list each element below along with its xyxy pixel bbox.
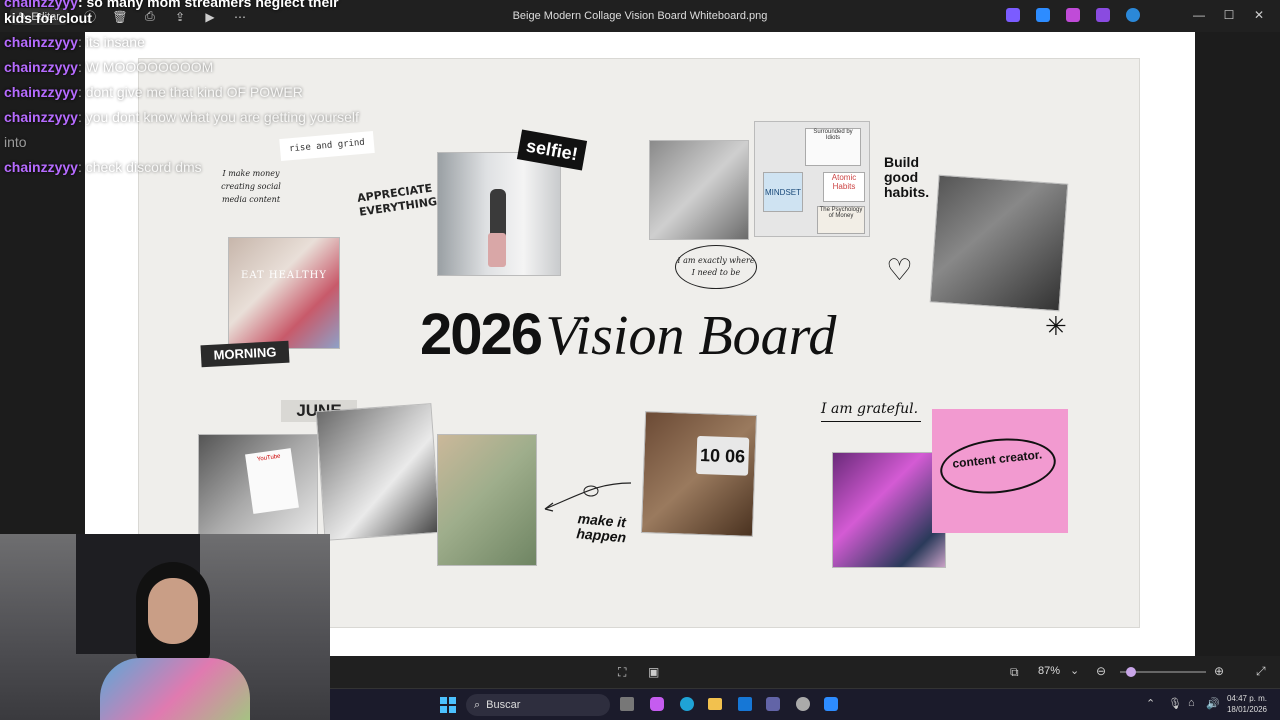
gym-photo [649, 140, 749, 240]
clock-display: 10 06 [696, 435, 750, 476]
clipchamp-video-icon[interactable] [1096, 8, 1110, 22]
zoom-in-icon[interactable]: ⊕ [1214, 664, 1224, 678]
appreciate-label: APPRECIATE EVERYTHING [356, 181, 438, 219]
mindset-book: MINDSET [763, 172, 803, 212]
streaming-setup-photo [832, 452, 946, 568]
laptop-clock-photo: 10 06 [640, 411, 758, 537]
file-explorer-icon[interactable] [708, 698, 722, 710]
content-creator-card: content creator. [932, 409, 1068, 533]
chat-username: chainzzyyy [4, 84, 78, 100]
designer-app-icon[interactable] [1036, 8, 1050, 22]
chat-message: chainzzyyy: you dont know what you are g… [0, 105, 360, 155]
youtube-plaque-photo: YouTube [198, 434, 318, 544]
suitcase [488, 233, 506, 267]
title-text: Vision Board [545, 305, 837, 367]
heart-icon: ♡ [886, 254, 913, 287]
content-creator-label: content creator. [937, 433, 1059, 499]
mail-icon[interactable] [738, 697, 752, 711]
chat-message: chainzzyyy: so many mom streamers neglec… [0, 0, 360, 26]
copilot-taskbar-icon[interactable] [650, 697, 664, 711]
selfie-photo [437, 152, 561, 276]
search-placeholder: Buscar [486, 699, 521, 711]
exactly-note: I am exactly where I need to be [675, 245, 757, 289]
zoom-slider-thumb[interactable] [1126, 667, 1136, 677]
youtube-plaque-label: YouTube [245, 448, 299, 514]
webcam-person-shirt [100, 658, 250, 720]
balloons-photo [315, 403, 441, 541]
taskbar-search[interactable]: ⌕ Buscar [466, 694, 610, 716]
maximize-button[interactable]: ☐ [1222, 8, 1236, 22]
fullscreen-icon[interactable]: ⤢ [1256, 664, 1266, 679]
teams-icon[interactable] [766, 697, 780, 711]
zoom-level[interactable]: 87% [1038, 665, 1060, 677]
chat-username: chainzzyyy [4, 159, 78, 175]
arrow-icon [544, 482, 632, 512]
star-icon: ✳ [1045, 311, 1067, 341]
board-title: 2026 Vision Board [420, 301, 880, 381]
chat-username: chainzzyyy [4, 34, 78, 50]
chat-message: chainzzyyy: W MOOOOOOOOM [0, 55, 360, 80]
chat-overlay: chainzzyyy: so many mom streamers neglec… [0, 0, 360, 180]
search-icon: ⌕ [474, 698, 481, 711]
kettlebell-photo [929, 174, 1069, 312]
zoom-dropdown-icon[interactable]: ⌄ [1070, 664, 1079, 677]
clock-time: 04:47 p. m. [1226, 694, 1268, 703]
zoom-slider[interactable] [1120, 667, 1206, 677]
copilot-app-icon[interactable] [1006, 8, 1020, 22]
actual-size-icon[interactable]: ▣ [648, 665, 659, 679]
microphone-icon[interactable]: 🎙 [1168, 697, 1182, 710]
money-photo [437, 434, 537, 566]
surrounded-book: Surrounded by Idiots [805, 128, 861, 166]
morning-label: MORNING [200, 340, 290, 368]
zoom-out-icon[interactable]: ⊖ [1096, 664, 1106, 678]
books-photo: Atomic Habits MINDSET Surrounded by Idio… [754, 121, 870, 237]
clock-date: 18/01/2026 [1226, 705, 1268, 714]
webcam-overlay [0, 534, 330, 720]
toolbar-right: — ☐ ✕ [1006, 8, 1266, 22]
chat-text: : W MOOOOOOOOM [77, 59, 214, 75]
volume-icon[interactable]: 🔊 [1206, 697, 1220, 710]
fit-window-icon[interactable]: ⛶ [618, 665, 626, 680]
start-button[interactable] [440, 697, 456, 713]
chat-message: chainzzyyy: its insane [0, 30, 360, 55]
chevron-up-icon[interactable]: ⌃ [1146, 697, 1155, 710]
chat-username: chainzzyyy [4, 109, 78, 125]
obs-icon[interactable] [796, 697, 810, 711]
clipchamp-app-icon[interactable] [1066, 8, 1080, 22]
edge-icon[interactable] [680, 697, 694, 711]
minimize-button[interactable]: — [1192, 8, 1206, 22]
screenshot-icon[interactable]: ⧉ [1010, 665, 1019, 680]
webcam-person-face [148, 578, 198, 644]
network-icon[interactable]: ⌂ [1188, 697, 1195, 709]
chat-username: chainzzyyy [4, 0, 78, 10]
chat-message: chainzzyyy: check discord dms [0, 155, 360, 180]
clock[interactable]: 04:47 p. m. 18/01/2026 [1222, 693, 1272, 715]
title-year: 2026 [420, 302, 543, 367]
atomic-habits-book: Atomic Habits [823, 172, 865, 202]
chat-text: : its insane [77, 34, 145, 50]
eat-healthy-label: EAT HEALTHY [241, 270, 327, 281]
grateful-label: I am grateful. [821, 401, 921, 422]
photos-icon[interactable] [824, 697, 838, 711]
psychology-money-book: The Psychology of Money [817, 206, 865, 234]
task-view-icon[interactable] [620, 697, 634, 711]
close-button[interactable]: ✕ [1252, 8, 1266, 22]
onedrive-icon[interactable] [1126, 8, 1140, 22]
chat-text: : dont give me that kind OF POWER [77, 84, 303, 100]
chat-username: chainzzyyy [4, 59, 78, 75]
chat-message: chainzzyyy: dont give me that kind OF PO… [0, 80, 360, 105]
eat-healthy-photo: EAT HEALTHY [228, 237, 340, 349]
chat-text: : check discord dms [77, 159, 202, 175]
